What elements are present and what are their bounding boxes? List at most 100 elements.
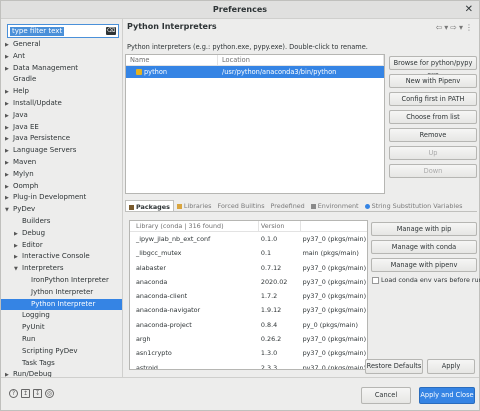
tree-item[interactable]: ▶ Ant [1,51,122,63]
package-source: py_0 (pkgs/main) [302,320,358,329]
tree-item[interactable]: Builders [1,216,122,228]
tree-item[interactable]: ▶ Java [1,110,122,122]
tree-item[interactable]: ▼ Interpreters [1,263,122,275]
manage-with-pipenv-button[interactable]: Manage with pipenv [371,258,477,272]
tab-forced-builtins[interactable]: Forced Builtins [215,200,268,211]
manage-with-conda-button[interactable]: Manage with conda [371,240,477,254]
package-row[interactable]: astroid 2.3.3 py37_0 (pkgs/main) [130,361,367,369]
tree-item-label: Python Interpreter [31,299,96,308]
packages-rows: _ipyw_jlab_nb_ext_conf 0.1.0 py37_0 (pkgs/… [130,232,367,369]
tree-item[interactable]: ▼ PyDev [1,204,122,216]
tree-item[interactable]: PyUnit [1,322,122,334]
apply-button[interactable]: Apply [427,359,475,374]
choose-from-list-button[interactable]: Choose from list [389,110,477,124]
load-conda-env-checkbox[interactable]: Load conda env vars before run? [372,276,480,284]
package-name: argh [136,335,151,344]
collapsed-arrow-icon[interactable]: ▶ [5,111,13,123]
package-row[interactable]: _libgcc_mutex 0.1 main (pkgs/main) [130,246,367,260]
expanded-arrow-icon[interactable]: ▼ [5,205,13,217]
package-row[interactable]: alabaster 0.7.12 py37_0 (pkgs/main) [130,261,367,275]
col-source[interactable] [301,221,367,231]
tree-item-label: Jython Interpreter [31,287,94,296]
tree-item[interactable]: Jython Interpreter [1,287,122,299]
tree-item[interactable]: ▶ Language Servers [1,145,122,157]
tree-item[interactable]: ▶ Maven [1,157,122,169]
remove-button[interactable]: Remove [389,128,477,142]
down-button[interactable]: Down [389,164,477,178]
collapsed-arrow-icon[interactable]: ▶ [5,52,13,64]
collapsed-arrow-icon[interactable]: ▶ [5,170,13,182]
tree-item[interactable]: ▶ Java Persistence [1,133,122,145]
package-row[interactable]: asn1crypto 1.3.0 py37_0 (pkgs/main) [130,346,367,360]
package-version: 0.7.12 [260,263,282,272]
tree-item[interactable]: ▶ Data Management [1,63,122,75]
import-icon[interactable]: ↥ [21,389,30,398]
package-name: anaconda [136,277,168,286]
new-with-pipenv-button[interactable]: New with Pipenv [389,74,477,88]
tab-libraries[interactable]: Libraries [174,200,215,211]
package-row[interactable]: _ipyw_jlab_nb_ext_conf 0.1.0 py37_0 (pkgs/… [130,232,367,246]
collapsed-arrow-icon[interactable]: ▶ [5,370,13,377]
tree-item[interactable]: ▶ Debug [1,228,122,240]
tree-item[interactable]: ▶ Java EE [1,122,122,134]
view-menu-icon[interactable]: ⋮ [465,23,475,32]
package-row[interactable]: argh 0.26.2 py37_0 (pkgs/main) [130,332,367,346]
tree-item[interactable]: Python Interpreter [1,298,122,311]
manage-with-pip-button[interactable]: Manage with pip [371,222,477,236]
tab-packages[interactable]: Packages [125,200,174,211]
tab-environment[interactable]: Environment [308,200,362,211]
apply-and-close-button[interactable]: Apply and Close [419,387,475,404]
tree-item[interactable]: ▶ Install/Update [1,98,122,110]
close-icon[interactable]: ✕ [465,1,473,19]
tree-item[interactable]: ▶ General [1,39,122,51]
interpreter-row[interactable]: python /usr/python/anaconda3/bin/python [126,66,384,78]
package-name: alabaster [136,263,166,272]
tree-item[interactable]: ▶ Plug-in Development [1,192,122,204]
tree-item[interactable]: ▶ Mylyn [1,169,122,181]
tree-item[interactable]: IronPython Interpreter [1,275,122,287]
restore-defaults-button[interactable]: Restore Defaults [365,359,423,374]
col-library[interactable]: Library (conda | 316 found) [130,221,259,231]
help-icon[interactable]: ? [9,389,18,398]
clear-filter-icon[interactable]: ⌫ [106,27,116,35]
export-icon[interactable]: ↧ [33,389,42,398]
tree-item[interactable]: Run [1,334,122,346]
package-row[interactable]: anaconda-client 1.7.2 py37_0 (pkgs/main) [130,289,367,303]
tree-item[interactable]: Gradle [1,74,122,86]
package-source: py37_0 (pkgs/main) [302,306,367,315]
package-row[interactable]: anaconda-navigator 1.9.12 py37_0 (pkgs/mai… [130,303,367,317]
col-version[interactable]: Version [259,221,301,231]
tree-item[interactable]: Task Tags [1,358,122,370]
package-row[interactable]: anaconda-project 0.8.4 py_0 (pkgs/main) [130,318,367,332]
tree-item[interactable]: Logging [1,310,122,322]
expanded-arrow-icon[interactable]: ▼ [14,264,22,276]
up-button[interactable]: Up [389,146,477,160]
tree-item-label: Language Servers [13,146,77,155]
tree-item[interactable]: ▶ Interactive Console [1,251,122,263]
checkbox-box[interactable] [372,276,379,284]
tree-item[interactable]: ▶ Editor [1,240,122,252]
filter-input[interactable]: type filter text ⌫ [7,24,119,38]
nav-icons: ⇦▾⇨▾⋮ [436,23,475,32]
col-location[interactable]: Location [218,55,384,65]
tree-item[interactable]: ▶ Oomph [1,181,122,193]
tree-item-label: IronPython Interpreter [31,275,109,284]
tree-item[interactable]: ▶ Run/Debug [1,369,122,377]
config-first-in-path-button[interactable]: Config first in PATH [389,92,477,106]
back-icon[interactable]: ⇦ [436,23,445,32]
tab-string-substitution[interactable]: String Substitution Variables [362,200,466,211]
collapsed-arrow-icon[interactable]: ▶ [14,229,22,241]
preferences-window: Preferences ✕ type filter text ⌫ ▶ Genera… [0,0,480,411]
browse-button[interactable]: Browse for python/pypy exe [389,56,477,79]
collapsed-arrow-icon[interactable]: ▶ [5,158,13,170]
tree-item[interactable]: ▶ Help [1,86,122,98]
libraries-icon [176,203,182,209]
forward-icon[interactable]: ⇨ [450,23,459,32]
tab-predefined[interactable]: Predefined [268,200,308,211]
package-row[interactable]: anaconda 2020.02 py37_0 (pkgs/main) [130,275,367,289]
col-name[interactable]: Name [126,55,218,65]
tree-item-label: Data Management [13,63,79,72]
cancel-button[interactable]: Cancel [361,387,411,404]
link-icon[interactable]: ◎ [45,389,54,398]
tree-item[interactable]: Scripting PyDev [1,346,122,358]
